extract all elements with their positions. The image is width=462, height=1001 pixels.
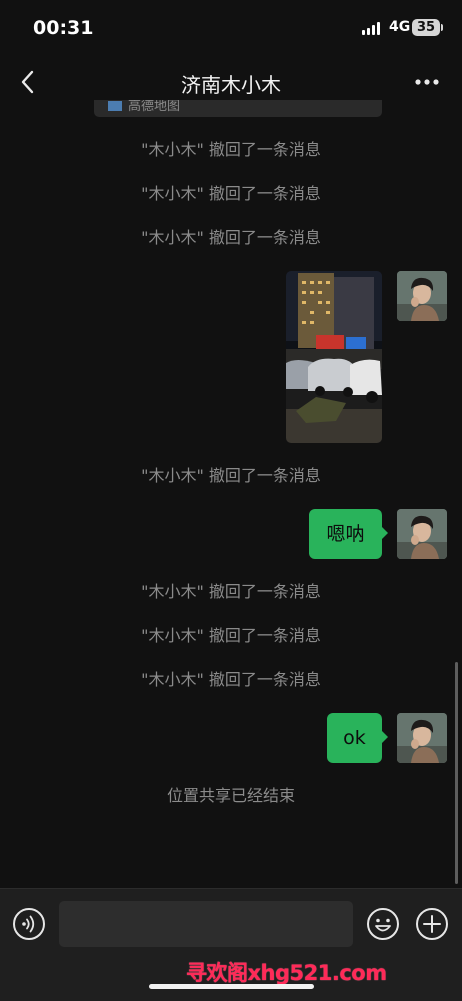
scrollbar[interactable]	[455, 662, 458, 884]
avatar[interactable]	[397, 271, 447, 321]
recall-notice: "木小木" 撤回了一条消息	[141, 140, 321, 159]
message-bubble[interactable]: ok	[327, 713, 388, 763]
message-text: 嗯呐	[326, 523, 365, 545]
emoji-icon[interactable]	[366, 907, 400, 941]
message-bubble[interactable]: 嗯呐	[309, 509, 388, 559]
bubble-tail	[381, 526, 388, 540]
recall-notice: "木小木" 撤回了一条消息	[141, 626, 321, 645]
location-card-partial[interactable]: 高德地图	[94, 100, 382, 117]
recall-notice: "木小木" 撤回了一条消息	[141, 228, 321, 247]
battery-icon: 35	[412, 19, 440, 36]
message-input[interactable]	[59, 901, 353, 947]
avatar[interactable]	[397, 713, 447, 763]
recall-notice: "木小木" 撤回了一条消息	[141, 670, 321, 689]
more-dots-icon[interactable]	[410, 68, 444, 96]
status-bar: 00:31 4G 35	[0, 0, 462, 58]
avatar[interactable]	[397, 509, 447, 559]
watermark-text: 寻欢阁xhg521.com	[186, 961, 387, 985]
status-time: 00:31	[33, 17, 94, 39]
recall-notice: "木小木" 撤回了一条消息	[141, 466, 321, 485]
photo-message[interactable]	[286, 271, 382, 443]
signal-icon	[362, 22, 383, 35]
voice-icon[interactable]	[12, 907, 46, 941]
input-bar: 寻欢阁xhg521.com	[0, 888, 462, 1001]
message-text: ok	[343, 727, 366, 749]
battery-tip	[441, 24, 443, 31]
map-app-label: 高德地图	[128, 100, 181, 114]
recall-notice: "木小木" 撤回了一条消息	[141, 582, 321, 601]
network-type: 4G	[389, 19, 411, 35]
bubble-tail	[381, 730, 388, 744]
chat-title: 济南木小木	[181, 73, 281, 97]
plus-icon[interactable]	[415, 907, 449, 941]
map-app-icon	[108, 101, 122, 111]
recall-notice: "木小木" 撤回了一条消息	[141, 184, 321, 203]
location-share-ended-notice: 位置共享已经结束	[166, 786, 295, 805]
home-indicator[interactable]	[149, 984, 314, 989]
